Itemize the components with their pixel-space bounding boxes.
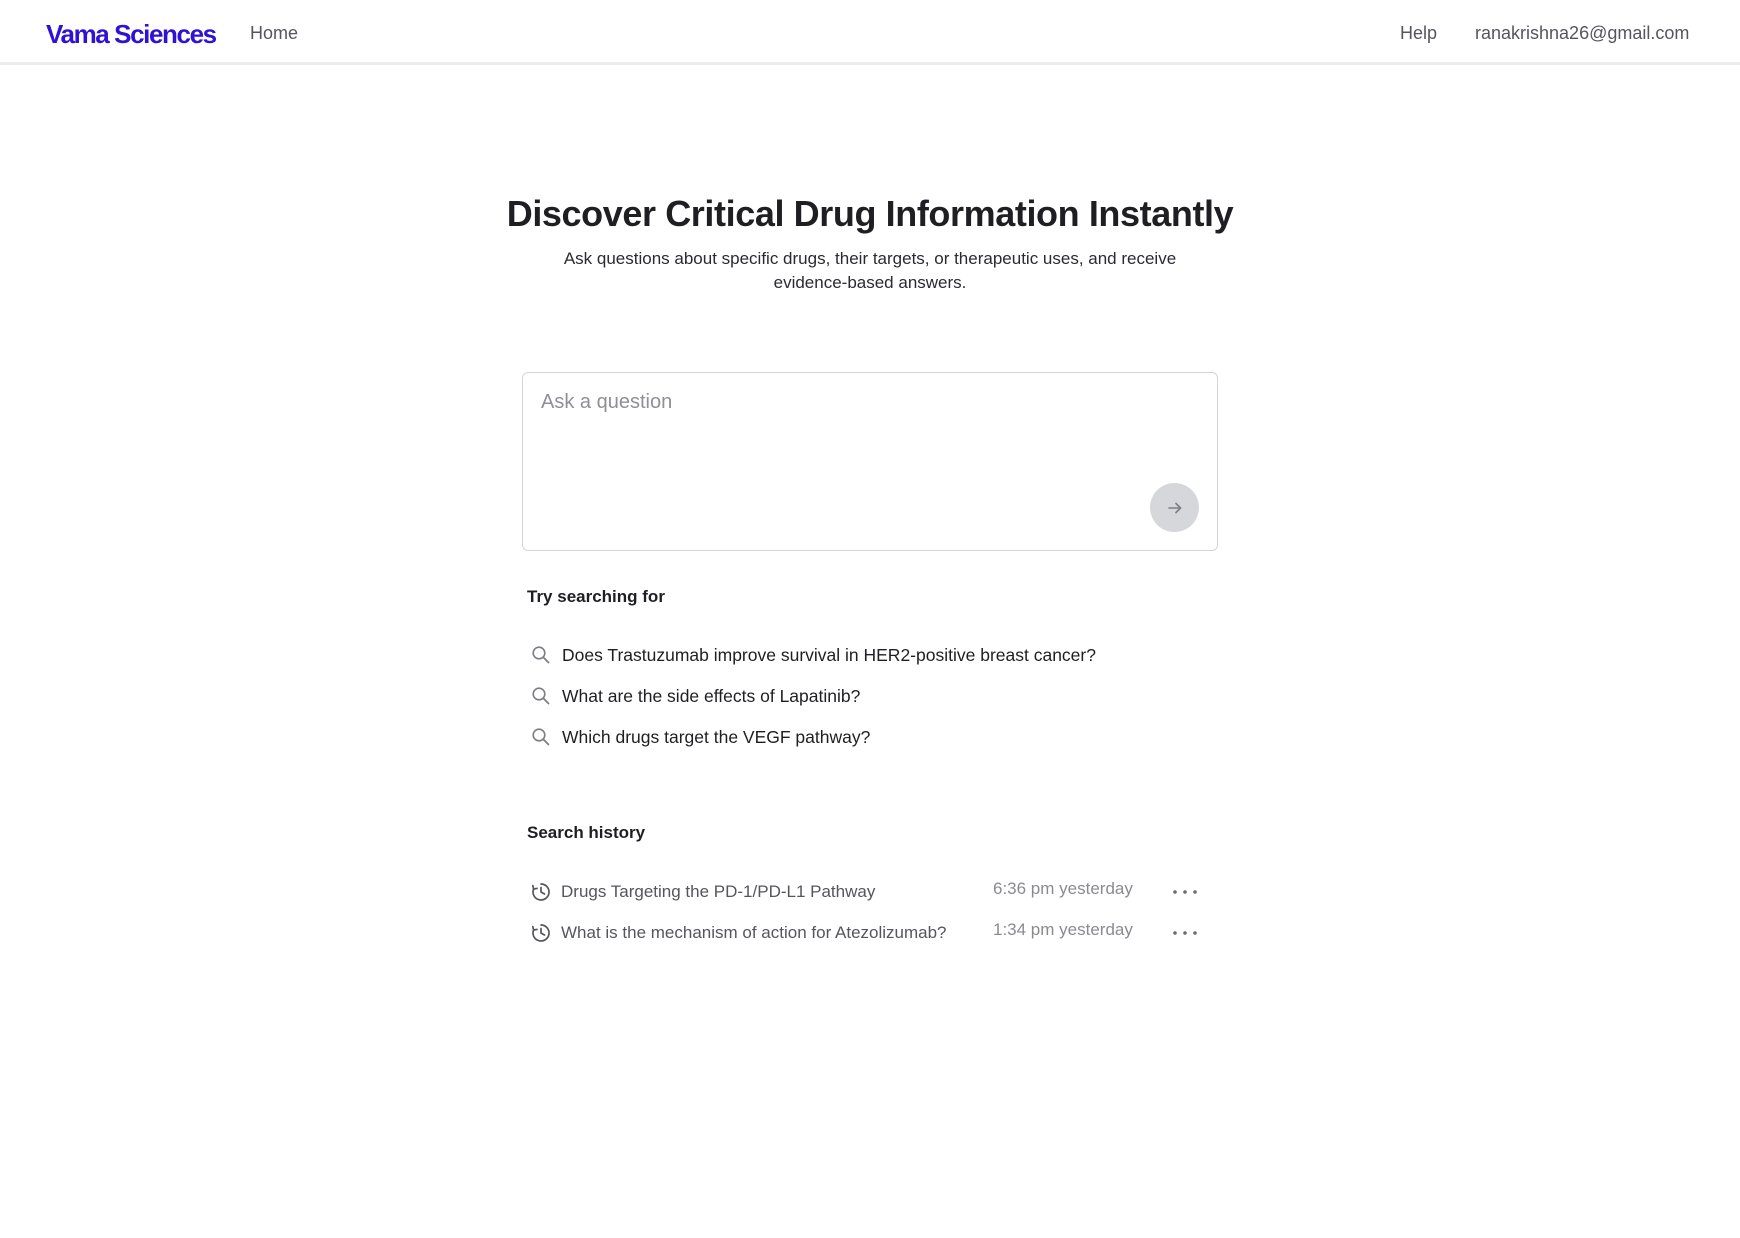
suggestion-label: Which drugs target the VEGF pathway?	[562, 726, 871, 747]
more-horizontal-icon	[1173, 931, 1197, 935]
question-box	[522, 372, 1218, 551]
history-item-more-button[interactable]	[1170, 919, 1200, 947]
history-item: What is the mechanism of action for Atez…	[530, 917, 1210, 949]
user-account-menu[interactable]: ranakrishna26@gmail.com	[1475, 22, 1689, 44]
history-item-more-button[interactable]	[1170, 878, 1200, 906]
question-input[interactable]	[541, 391, 1181, 481]
page-subtitle: Ask questions about specific drugs, thei…	[563, 249, 1177, 292]
suggestion-label: Does Trastuzumab improve survival in HER…	[562, 644, 1096, 665]
suggestion-item[interactable]: Which drugs target the VEGF pathway?	[530, 722, 870, 752]
submit-question-button[interactable]	[1150, 483, 1199, 532]
nav-home-link[interactable]: Home	[250, 22, 298, 44]
history-item: Drugs Targeting the PD-1/PD-L1 Pathway 6…	[530, 876, 1210, 908]
search-icon	[530, 726, 552, 748]
clock-icon	[530, 881, 552, 903]
search-icon	[530, 644, 552, 666]
search-history-heading: Search history	[527, 823, 646, 842]
brand-logo[interactable]: Vama Sciences	[46, 18, 217, 50]
top-navigation-bar: Vama Sciences Home Help ranakrishna26@gm…	[0, 0, 1740, 65]
history-item-timestamp: 6:36 pm yesterday	[993, 879, 1133, 898]
history-item-label[interactable]: What is the mechanism of action for Atez…	[561, 923, 947, 943]
more-horizontal-icon	[1173, 890, 1197, 894]
suggestion-item[interactable]: What are the side effects of Lapatinib?	[530, 681, 860, 711]
search-icon	[530, 685, 552, 707]
suggestion-label: What are the side effects of Lapatinib?	[562, 685, 861, 706]
history-item-label[interactable]: Drugs Targeting the PD-1/PD-L1 Pathway	[561, 882, 875, 902]
nav-help-link[interactable]: Help	[1400, 22, 1437, 44]
suggestion-item[interactable]: Does Trastuzumab improve survival in HER…	[530, 640, 1096, 670]
arrow-right-icon	[1167, 502, 1181, 513]
page-title: Discover Critical Drug Information Insta…	[506, 193, 1234, 234]
clock-icon	[530, 922, 552, 944]
history-item-timestamp: 1:34 pm yesterday	[993, 920, 1133, 939]
suggestions-heading: Try searching for	[527, 587, 665, 606]
